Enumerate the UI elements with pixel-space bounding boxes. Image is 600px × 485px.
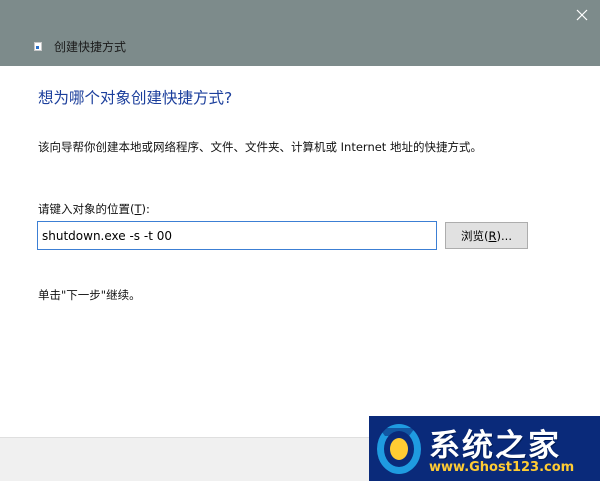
window-title-row: 创建快捷方式 xyxy=(34,38,126,55)
continue-hint: 单击"下一步"继续。 xyxy=(38,288,141,302)
location-label-pre: 请键入对象的位置( xyxy=(38,202,135,216)
shortcut-icon xyxy=(34,42,42,51)
page-heading: 想为哪个对象创建快捷方式? xyxy=(38,89,233,107)
browse-label-accesskey: R xyxy=(488,228,497,243)
browse-button[interactable]: 浏览(R)... xyxy=(445,222,528,249)
watermark: 系统之家 www.Ghost123.com xyxy=(369,416,600,481)
location-label-post: ): xyxy=(141,202,150,216)
location-label-accesskey: T xyxy=(134,202,142,216)
close-button[interactable] xyxy=(564,0,600,30)
wizard-description: 该向导帮你创建本地或网络程序、文件、文件夹、计算机或 Internet 地址的快… xyxy=(38,140,482,154)
browse-label-post: )... xyxy=(496,228,512,243)
watermark-url: www.Ghost123.com xyxy=(429,460,575,475)
wizard-content: 想为哪个对象创建快捷方式? 该向导帮你创建本地或网络程序、文件、文件夹、计算机或… xyxy=(0,66,600,437)
close-icon xyxy=(576,9,588,21)
window-title: 创建快捷方式 xyxy=(54,40,127,54)
watermark-title: 系统之家 xyxy=(429,428,561,464)
browse-label-pre: 浏览( xyxy=(461,228,489,243)
title-bar: 创建快捷方式 xyxy=(0,0,600,66)
location-label: 请键入对象的位置(T): xyxy=(38,201,150,217)
watermark-text: 系统之家 www.Ghost123.com xyxy=(429,420,599,478)
location-input[interactable] xyxy=(37,221,437,250)
ghost-logo xyxy=(369,416,427,481)
